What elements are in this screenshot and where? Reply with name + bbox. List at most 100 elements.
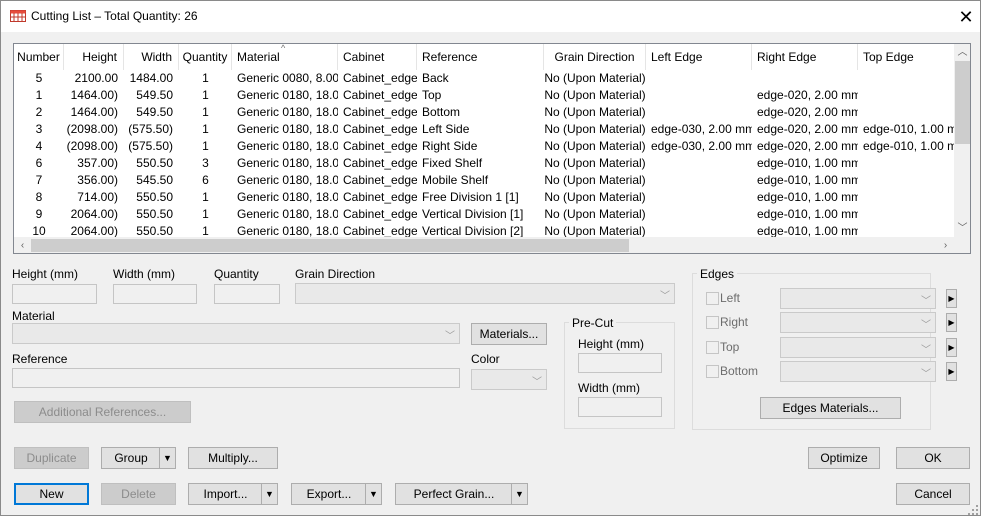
vertical-scroll-thumb[interactable]	[955, 61, 970, 144]
cell-material: Generic 0180, 18.00	[237, 190, 338, 204]
edge-bottom-arrow-icon[interactable]: ▶	[946, 362, 957, 381]
cutting-list-dialog: Cutting List – Total Quantity: 26 ✕ Numb…	[0, 0, 981, 516]
precut-title: Pre-Cut	[569, 316, 617, 330]
table-row[interactable]: 3 (2098.00) (575.50) 1 Generic 0180, 18.00 Ca…	[14, 121, 954, 138]
cell-left-edge: edge-030, 2.00 mm	[651, 139, 752, 153]
cell-quantity: 3	[202, 156, 209, 170]
edge-left-arrow-icon[interactable]: ▶	[946, 289, 957, 308]
cell-quantity: 1	[202, 122, 209, 136]
chevron-down-icon: ﹀	[921, 320, 931, 331]
import-button[interactable]: Import... ▼	[188, 483, 278, 505]
export-button[interactable]: Export... ▼	[291, 483, 382, 505]
cancel-button[interactable]: Cancel	[896, 483, 970, 505]
table-row[interactable]: 2 1464.00) 549.50 1 Generic 0180, 18.00 Cabin…	[14, 104, 954, 121]
horizontal-scroll-thumb[interactable]	[31, 239, 629, 252]
import-button-label: Import...	[203, 487, 248, 501]
perfect-grain-button-label: Perfect Grain...	[413, 487, 495, 501]
col-left-edge[interactable]: Left Edge	[646, 44, 752, 70]
dropdown-arrow-icon[interactable]: ▼	[365, 484, 381, 504]
scroll-left-icon[interactable]: ‹	[14, 237, 31, 253]
dropdown-arrow-icon[interactable]: ▼	[159, 448, 175, 468]
edge-left-select[interactable]: ﹀	[780, 288, 936, 309]
ok-button[interactable]: OK	[896, 447, 970, 469]
cell-top-edge	[858, 189, 954, 206]
additional-references-button[interactable]: Additional References...	[14, 401, 191, 423]
scroll-down-icon[interactable]: ﹀	[954, 220, 970, 237]
quantity-input[interactable]	[214, 284, 280, 304]
chevron-down-icon: ﹀	[532, 377, 542, 388]
cell-material: Generic 0180, 18.00	[237, 173, 338, 187]
cell-grain-direction: No (Upon Material)	[544, 122, 646, 136]
sort-ascending-icon: ^	[281, 43, 286, 53]
group-button[interactable]: Group ▼	[101, 447, 176, 469]
table-row[interactable]: 5 2100.00 1484.00 1 Generic 0080, 8.00 Cabine…	[14, 70, 954, 87]
col-right-edge[interactable]: Right Edge	[752, 44, 858, 70]
scroll-right-icon[interactable]: ›	[937, 237, 954, 253]
new-button[interactable]: New	[14, 483, 89, 505]
table-row[interactable]: 8 714.00) 550.50 1 Generic 0180, 18.00 Cabine…	[14, 189, 954, 206]
chevron-down-icon: ﹀	[921, 369, 931, 380]
dropdown-arrow-icon[interactable]: ▼	[511, 484, 527, 504]
cell-top-edge	[858, 87, 954, 104]
edge-right-arrow-icon[interactable]: ▶	[946, 313, 957, 332]
col-cabinet[interactable]: Cabinet	[338, 44, 417, 70]
perfect-grain-button[interactable]: Perfect Grain... ▼	[395, 483, 528, 505]
optimize-button[interactable]: Optimize	[808, 447, 880, 469]
close-icon[interactable]: ✕	[956, 7, 976, 27]
cell-right-edge: edge-010, 1.00 mm	[757, 190, 858, 204]
col-reference[interactable]: Reference	[417, 44, 544, 70]
edge-left-label: Left	[720, 291, 741, 305]
edges-materials-button[interactable]: Edges Materials...	[760, 397, 901, 419]
table-row[interactable]: 4 (2098.00) (575.50) 1 Generic 0180, 18.00 Ca…	[14, 138, 954, 155]
grain-direction-select[interactable]: ﹀	[295, 283, 675, 304]
col-quantity[interactable]: Quantity	[179, 44, 232, 70]
col-number[interactable]: Number	[14, 44, 64, 70]
col-height[interactable]: Height	[64, 44, 124, 70]
vertical-scrollbar[interactable]: ︿ ﹀	[954, 44, 970, 237]
delete-button[interactable]: Delete	[101, 483, 176, 505]
material-select[interactable]: ﹀	[12, 323, 460, 344]
edge-bottom-label: Bottom	[720, 364, 759, 378]
col-width[interactable]: Width	[124, 44, 179, 70]
scroll-up-icon[interactable]: ︿	[954, 44, 970, 61]
dropdown-arrow-icon[interactable]: ▼	[261, 484, 277, 504]
horizontal-scrollbar[interactable]: ‹ ›	[14, 237, 954, 253]
cell-height: (2098.00)	[66, 122, 118, 136]
multiply-button[interactable]: Multiply...	[188, 447, 278, 469]
table-header: Number Height Width Quantity Material ^ …	[14, 44, 954, 70]
duplicate-button[interactable]: Duplicate	[14, 447, 89, 469]
width-input[interactable]	[113, 284, 197, 304]
height-input[interactable]	[12, 284, 97, 304]
cell-left-edge	[646, 189, 752, 206]
edge-bottom-checkbox[interactable]	[706, 365, 719, 378]
cell-right-edge: edge-020, 2.00 mm	[757, 105, 858, 119]
edge-right-select[interactable]: ﹀	[780, 312, 936, 333]
precut-height-input[interactable]	[578, 353, 662, 373]
col-top-edge[interactable]: Top Edge	[858, 44, 954, 70]
col-grain-direction[interactable]: Grain Direction	[544, 44, 646, 70]
edge-left-checkbox[interactable]	[706, 292, 719, 305]
edge-top-select[interactable]: ﹀	[780, 337, 936, 358]
precut-width-input[interactable]	[578, 397, 662, 417]
edge-top-arrow-icon[interactable]: ▶	[946, 338, 957, 357]
cell-grain-direction: No (Upon Material)	[544, 71, 646, 85]
color-select[interactable]: ﹀	[471, 369, 547, 390]
cell-width: (575.50)	[128, 139, 173, 153]
cutting-list-table[interactable]: Number Height Width Quantity Material ^ …	[13, 43, 971, 254]
materials-button[interactable]: Materials...	[471, 323, 547, 345]
resize-grip-icon[interactable]	[967, 504, 979, 516]
table-row[interactable]: 6 357.00) 550.50 3 Generic 0180, 18.00 Cabine…	[14, 155, 954, 172]
cell-top-edge	[858, 155, 954, 172]
edge-bottom-select[interactable]: ﹀	[780, 361, 936, 382]
cell-height: 2064.00)	[70, 207, 118, 221]
edge-right-checkbox[interactable]	[706, 316, 719, 329]
table-row[interactable]: 7 356.00) 545.50 6 Generic 0180, 18.00 Cabine…	[14, 172, 954, 189]
edge-top-checkbox[interactable]	[706, 341, 719, 354]
table-row[interactable]: 1 1464.00) 549.50 1 Generic 0180, 18.00 Cabin…	[14, 87, 954, 104]
cell-height: 356.00)	[77, 173, 118, 187]
cell-material: Generic 0180, 18.00	[237, 88, 338, 102]
table-row[interactable]: 9 2064.00) 550.50 1 Generic 0180, 18.00 Cabin…	[14, 206, 954, 223]
reference-input[interactable]	[12, 368, 460, 388]
cell-grain-direction: No (Upon Material)	[544, 173, 646, 187]
cutting-list-icon	[10, 10, 26, 22]
